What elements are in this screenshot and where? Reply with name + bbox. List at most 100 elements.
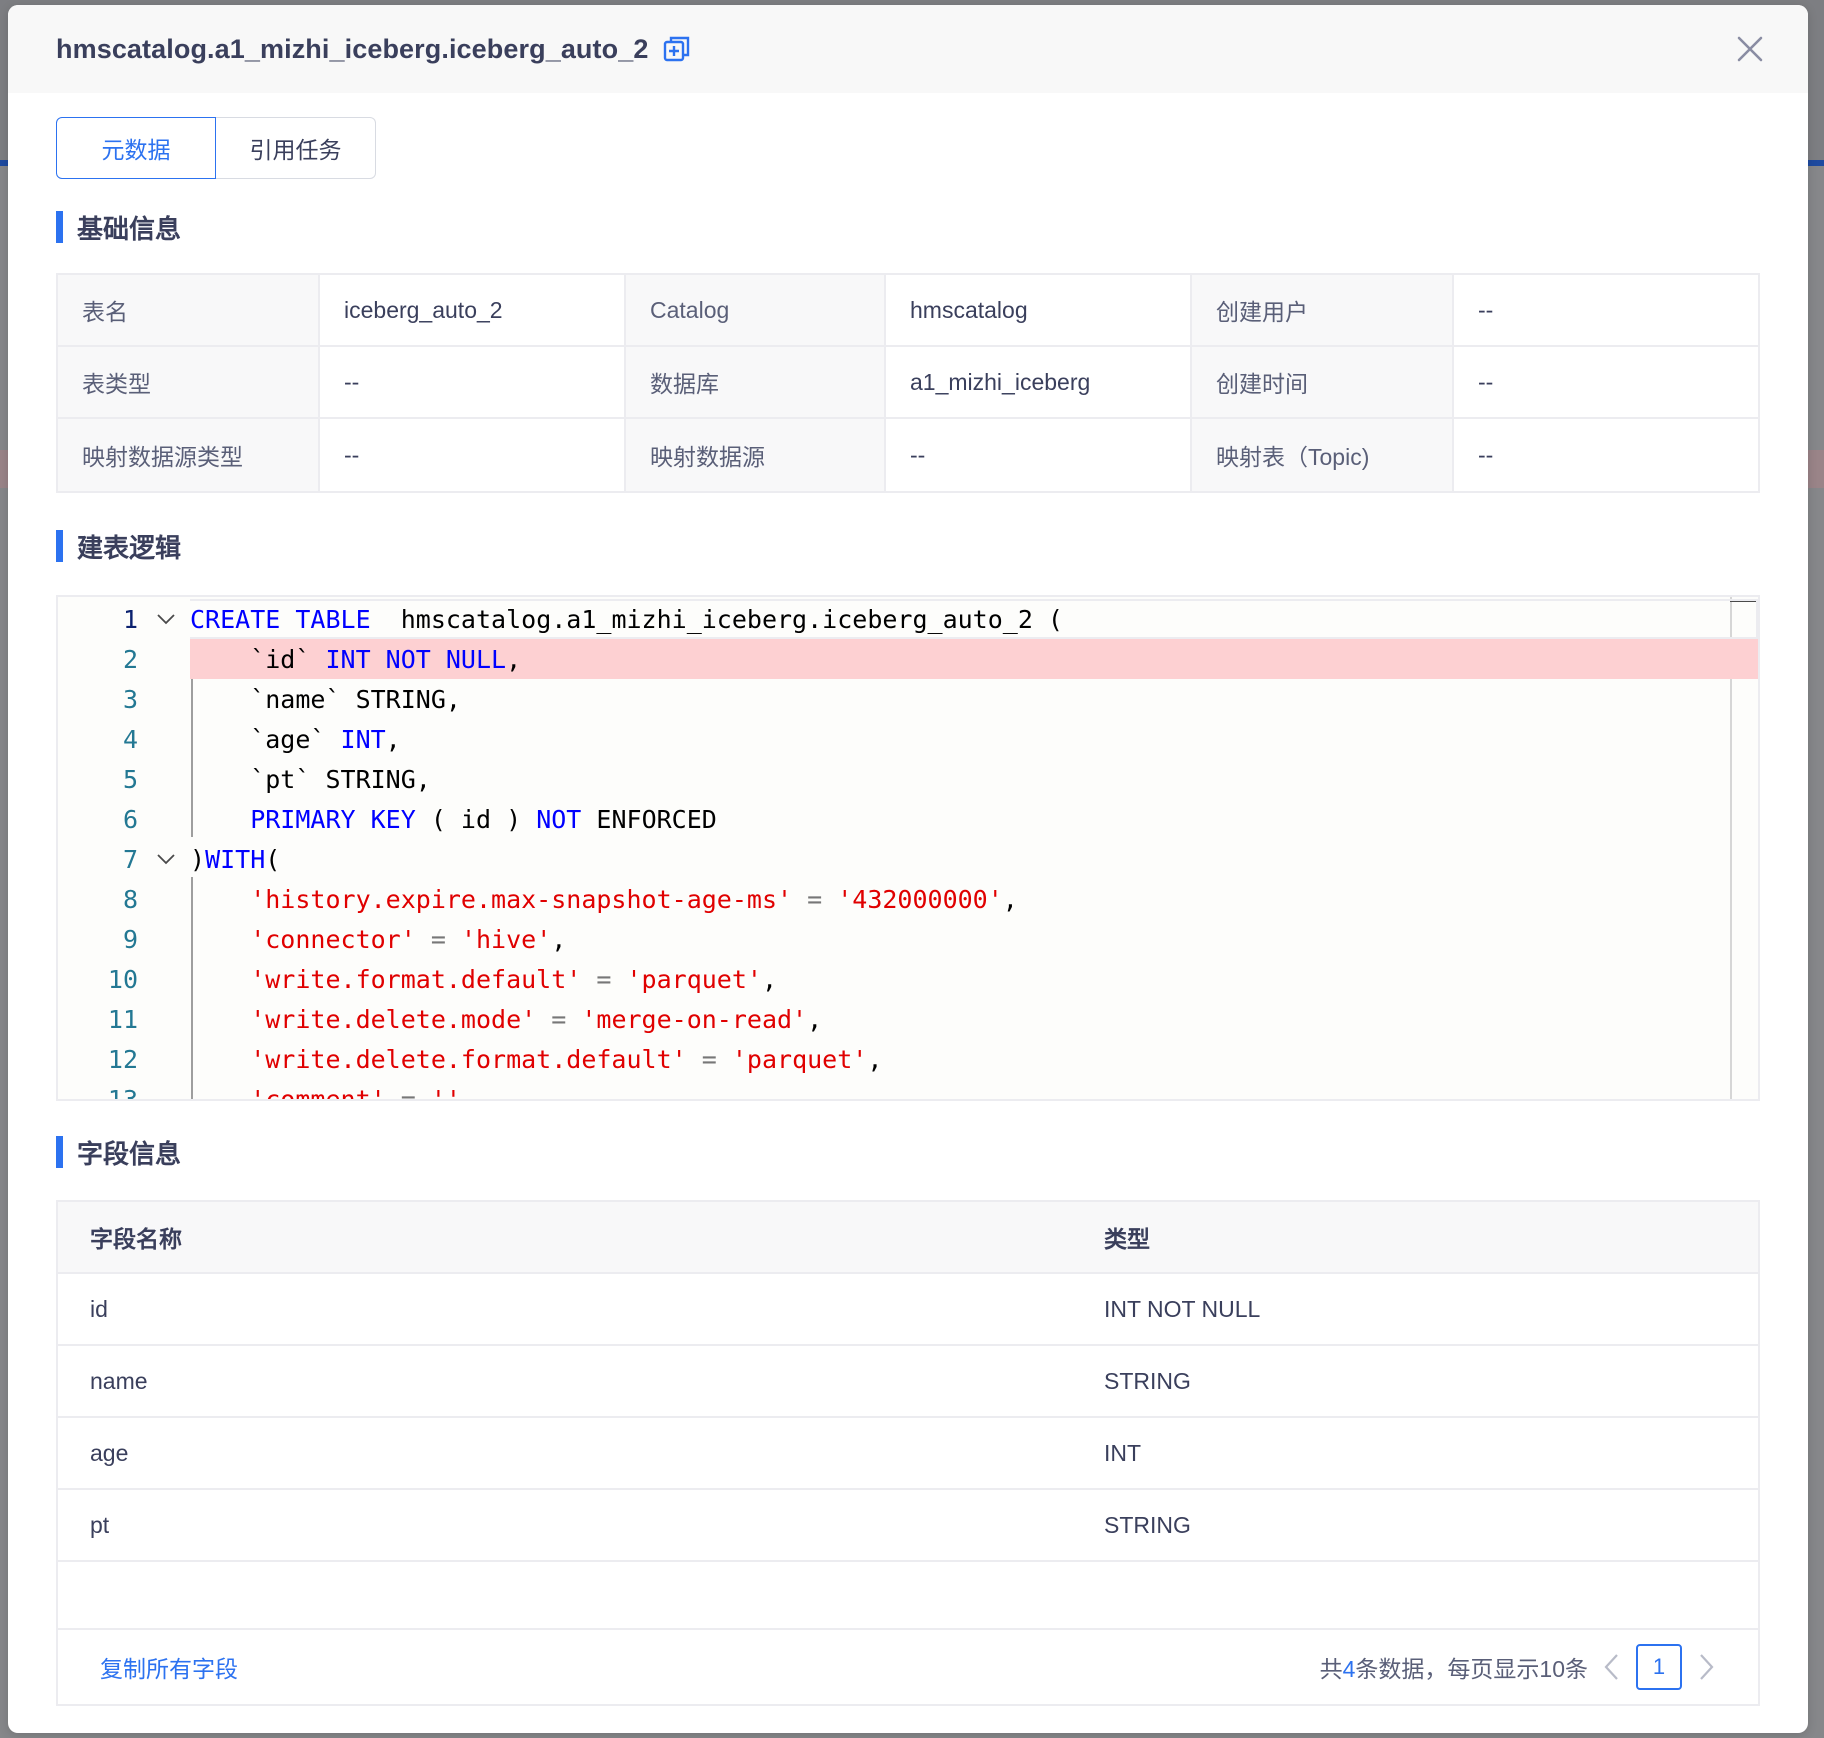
sql-token: `age`: [190, 724, 341, 754]
sql-token: `name` STRING,: [190, 684, 461, 714]
info-label: 创建用户: [1192, 275, 1454, 347]
sql-string: 'merge-on-read': [581, 1004, 808, 1034]
sql-token: =: [415, 924, 461, 954]
chevron-left-icon: [1604, 1654, 1618, 1680]
sql-token: =: [686, 1044, 732, 1074]
sql-keyword: PRIMARY KEY: [190, 804, 416, 834]
sql-token: hmscatalog.a1_mizhi_iceberg.iceberg_auto…: [370, 604, 1063, 634]
sql-token: `pt` STRING,: [190, 764, 431, 794]
code-text: 'write.delete.mode' = 'merge-on-read',: [190, 1005, 822, 1034]
copy-icon[interactable]: [662, 34, 692, 64]
backdrop-accent: [1808, 160, 1824, 166]
code-text: 'write.format.default' = 'parquet',: [190, 965, 777, 994]
sql-string: 'parquet': [626, 964, 762, 994]
sql-string: '': [430, 1084, 461, 1101]
sql-string: 'hive': [460, 924, 552, 954]
sql-token: =: [792, 884, 838, 914]
line-number: 11: [107, 1004, 138, 1034]
code-text: 'comment' = '': [190, 1084, 461, 1101]
info-value: --: [1454, 347, 1758, 419]
field-type: STRING: [1104, 1511, 1191, 1538]
tab-referenced-tasks[interactable]: 引用任务: [216, 117, 376, 179]
sql-token: ,: [761, 964, 778, 994]
code-line: 12 'write.delete.format.default' = 'parq…: [58, 1039, 1758, 1079]
info-value: --: [886, 419, 1192, 491]
info-value: hmscatalog: [886, 275, 1192, 347]
sql-string: '432000000': [837, 884, 1003, 914]
line-number: 1: [122, 604, 138, 634]
sql-token: =: [385, 1084, 431, 1101]
info-label: 创建时间: [1192, 347, 1454, 419]
sql-token: =: [536, 1004, 582, 1034]
pagination: 共4条数据，每页显示10条 1: [1320, 1644, 1718, 1690]
code-line: 6 PRIMARY KEY ( id ) NOT ENFORCED: [58, 799, 1758, 839]
field-name: age: [90, 1439, 129, 1466]
code-line: 4 `age` INT,: [58, 719, 1758, 759]
line-number: 6: [122, 804, 138, 834]
backdrop-highlight: [0, 450, 8, 488]
code-text: 'history.expire.max-snapshot-age-ms' = '…: [190, 885, 1018, 914]
info-value: --: [1454, 275, 1758, 347]
column-header-name: 字段名称: [90, 1226, 182, 1252]
section-field-info: 字段信息: [56, 1135, 181, 1169]
section-title-text: 字段信息: [77, 1138, 182, 1169]
fold-chevron-icon[interactable]: [154, 849, 178, 870]
sql-keyword: CREATE TABLE: [190, 604, 371, 634]
copy-all-fields-link[interactable]: 复制所有字段: [100, 1650, 238, 1684]
field-type: INT NOT NULL: [1104, 1295, 1261, 1322]
sql-keyword: NOT: [536, 804, 582, 834]
code-text: )WITH(: [190, 845, 280, 874]
table-footer: 复制所有字段 共4条数据，每页显示10条 1: [58, 1630, 1758, 1704]
next-page-button[interactable]: [1694, 1652, 1718, 1682]
prev-page-button[interactable]: [1600, 1652, 1624, 1682]
page-button-current[interactable]: 1: [1636, 1644, 1682, 1690]
info-value: iceberg_auto_2: [320, 275, 626, 347]
modal-title: hmscatalog.a1_mizhi_iceberg.iceberg_auto…: [56, 33, 649, 64]
field-name: pt: [90, 1511, 110, 1538]
sql-token: (: [265, 844, 281, 874]
section-title-text: 基础信息: [77, 213, 182, 244]
code-text: `name` STRING,: [190, 685, 461, 714]
close-button[interactable]: [1734, 33, 1766, 65]
pagination-summary: 共4条数据，每页显示10条: [1320, 1650, 1588, 1684]
field-type: STRING: [1104, 1367, 1191, 1394]
line-number: 12: [107, 1044, 138, 1074]
code-text: CREATE TABLE hmscatalog.a1_mizhi_iceberg…: [190, 605, 1063, 634]
info-label: 表名: [58, 275, 320, 347]
table-filler: [58, 1562, 1758, 1630]
sql-token: ): [190, 844, 206, 874]
sql-token: ,: [506, 644, 522, 674]
code-line: 11 'write.delete.mode' = 'merge-on-read'…: [58, 999, 1758, 1039]
sql-token: ,: [867, 1044, 883, 1074]
sql-keyword: WITH: [205, 844, 266, 874]
table-header: 字段名称 类型: [58, 1202, 1758, 1274]
section-create-logic: 建表逻辑: [56, 529, 181, 563]
info-label: 表类型: [58, 347, 320, 419]
info-value: --: [1454, 419, 1758, 491]
code-line: 13 'comment' = '': [58, 1079, 1758, 1101]
line-number: 2: [122, 644, 138, 674]
sql-string: 'parquet': [731, 1044, 868, 1074]
pagination-total: 4: [1342, 1656, 1356, 1682]
code-line: 9 'connector' = 'hive',: [58, 919, 1758, 959]
modal-header: hmscatalog.a1_mizhi_iceberg.iceberg_auto…: [8, 5, 1808, 93]
pagination-prefix: 共: [1319, 1656, 1343, 1682]
code-line: 5 `pt` STRING,: [58, 759, 1758, 799]
field-table: 字段名称 类型 id INT NOT NULL name STRING age …: [56, 1200, 1760, 1706]
info-label: 数据库: [626, 347, 886, 419]
section-marker: [56, 1136, 63, 1168]
field-name: name: [90, 1367, 148, 1394]
table-row: age INT: [58, 1418, 1758, 1490]
info-label: 映射数据源: [626, 419, 886, 491]
sql-string: 'write.format.default': [190, 964, 582, 994]
table-row: pt STRING: [58, 1490, 1758, 1562]
line-number: 3: [122, 684, 138, 714]
fold-chevron-icon[interactable]: [154, 609, 178, 630]
table-detail-modal: hmscatalog.a1_mizhi_iceberg.iceberg_auto…: [8, 5, 1808, 1733]
pagination-suffix: 条数据，每页显示10条: [1355, 1656, 1588, 1682]
info-value: --: [320, 347, 626, 419]
sql-code-editor[interactable]: 1 CREATE TABLE hmscatalog.a1_mizhi_iceber…: [56, 595, 1760, 1101]
info-value: a1_mizhi_iceberg: [886, 347, 1192, 419]
code-line: 10 'write.format.default' = 'parquet',: [58, 959, 1758, 999]
tab-metadata[interactable]: 元数据: [56, 117, 216, 179]
